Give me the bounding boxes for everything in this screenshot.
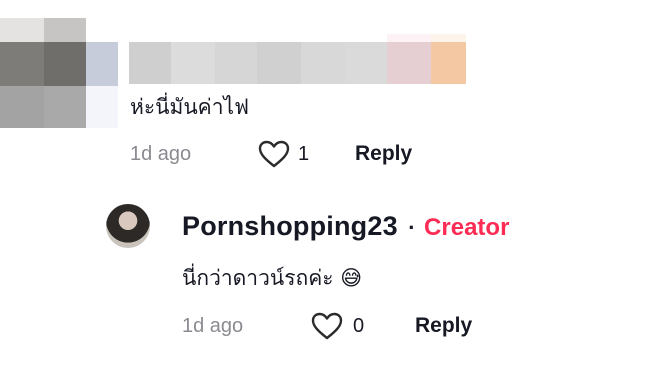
reply-timestamp: 1d ago [182,315,244,337]
emoji-grinning-sweat-icon: 😅 [340,266,363,290]
creator-avatar[interactable] [106,204,150,248]
comment-timestamp: 1d ago [130,143,192,165]
heart-outline-icon [311,312,343,340]
reply-header: Pornshopping23 · Creator [182,211,509,242]
reply-like-button[interactable] [311,312,343,340]
creator-badge: Creator [424,214,510,241]
creator-username[interactable]: Pornshopping23 [182,211,398,241]
reply-text: นี่กว่าดาวน์รถค่ะ [182,266,334,290]
reply-text-row: นี่กว่าดาวน์รถค่ะ 😅 [182,262,362,295]
reply-reply-button[interactable]: Reply [415,314,472,338]
like-count: 1 [298,143,310,165]
reply-like-count: 0 [353,315,365,337]
like-button[interactable] [258,140,290,168]
separator-dot: · [408,215,416,240]
reply-button[interactable]: Reply [355,142,412,166]
comment-text: ห่ะนี่มันค่าไฟ [130,95,249,119]
heart-outline-icon [258,140,290,168]
